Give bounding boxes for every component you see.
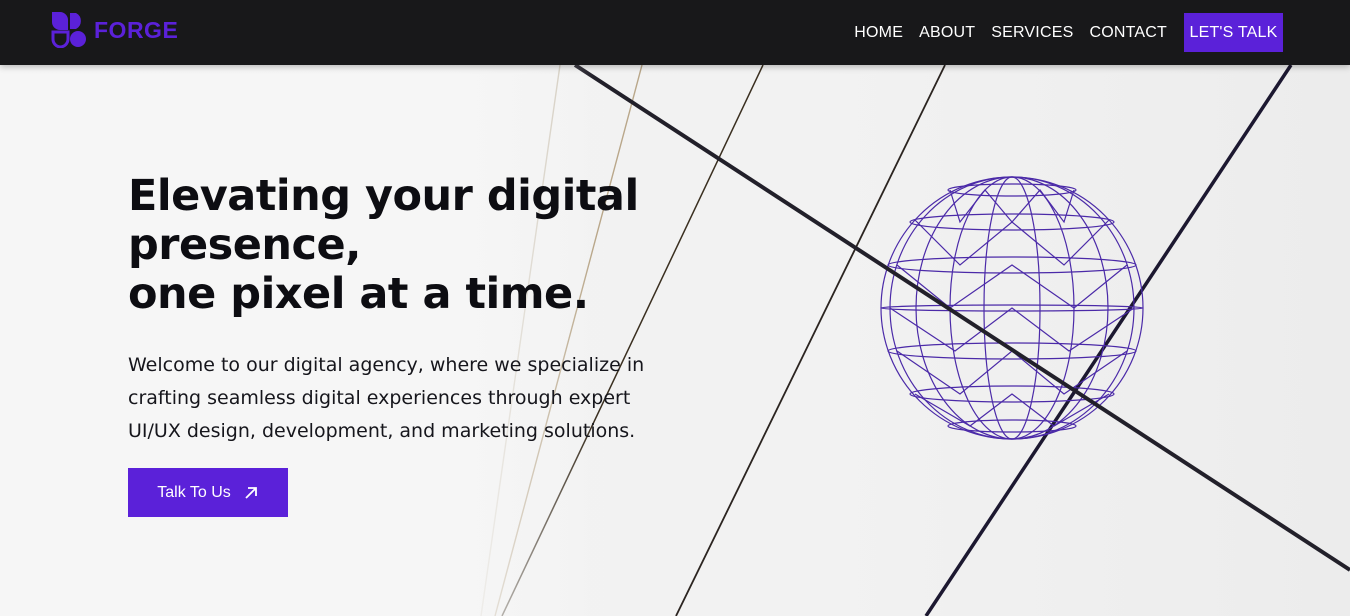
nav-about[interactable]: ABOUT [919,13,975,52]
hero-description-line: UI/UX design, development, and marketing… [128,420,636,442]
navbar: FORGE HOME ABOUT SERVICES CONTACT LET'S … [0,0,1350,65]
talk-to-us-button[interactable]: Talk To Us [128,468,288,517]
hero-title-line: presence, [128,220,362,270]
hero-title-line: one pixel at a time. [128,269,589,319]
hero-title: Elevating your digital presence, one pix… [128,172,648,319]
lets-talk-button[interactable]: LET'S TALK [1184,13,1283,52]
forge-logo-icon [51,12,86,48]
talk-to-us-label: Talk To Us [157,483,231,501]
hero-title-line: Elevating your digital [128,171,639,221]
hero: Elevating your digital presence, one pix… [128,172,648,517]
arrow-up-right-icon [245,486,257,499]
nav-contact[interactable]: CONTACT [1089,13,1167,52]
brand-name: FORGE [94,16,179,43]
brand-logo[interactable]: FORGE [50,12,178,48]
nav-home[interactable]: HOME [854,13,903,52]
hero-description: Welcome to our digital agency, where we … [128,349,645,448]
hero-description-line: crafting seamless digital experiences th… [128,387,631,409]
hero-description-line: Welcome to our digital agency, where we … [128,354,645,376]
nav-services[interactable]: SERVICES [991,13,1073,52]
main-nav: HOME ABOUT SERVICES CONTACT LET'S TALK [838,13,1283,52]
